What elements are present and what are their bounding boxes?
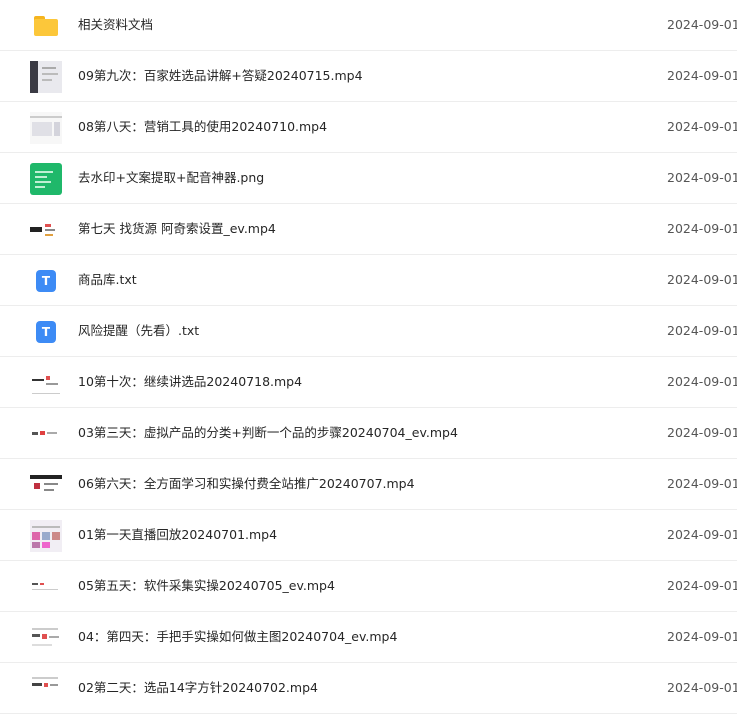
txt-file-icon: T xyxy=(30,265,62,297)
file-row[interactable]: 09第九次：百家姓选品讲解+答疑20240715.mp4 2024-09-01 xyxy=(0,51,737,102)
file-date: 2024-09-01 xyxy=(667,629,737,644)
file-name[interactable]: 04：第四天：手把手实操如何做主图20240704_ev.mp4 xyxy=(78,612,397,662)
file-row[interactable]: 去水印+文案提取+配音神器.png 2024-09-01 xyxy=(0,153,737,204)
file-date: 2024-09-01 xyxy=(667,527,737,542)
file-row[interactable]: 相关资料文档 2024-09-01 xyxy=(0,0,737,51)
file-name[interactable]: 03第三天：虚拟产品的分类+判断一个品的步骤20240704_ev.mp4 xyxy=(78,408,458,458)
file-name[interactable]: 相关资料文档 xyxy=(78,0,153,50)
file-name[interactable]: 09第九次：百家姓选品讲解+答疑20240715.mp4 xyxy=(78,51,363,101)
image-thumbnail-icon xyxy=(30,163,62,195)
file-name[interactable]: 去水印+文案提取+配音神器.png xyxy=(78,153,264,203)
file-row[interactable]: 06第六天：全方面学习和实操付费全站推广20240707.mp4 2024-09… xyxy=(0,459,737,510)
file-name[interactable]: 01第一天直播回放20240701.mp4 xyxy=(78,510,277,560)
video-thumbnail-icon xyxy=(30,622,62,654)
file-row[interactable]: 01第一天直播回放20240701.mp4 2024-09-01 xyxy=(0,510,737,561)
folder-icon xyxy=(30,10,62,42)
file-row[interactable]: T 风险提醒（先看）.txt 2024-09-01 xyxy=(0,306,737,357)
file-row[interactable]: T 商品库.txt 2024-09-01 xyxy=(0,255,737,306)
video-thumbnail-icon xyxy=(30,112,62,144)
file-date: 2024-09-01 xyxy=(667,272,737,287)
file-name[interactable]: 第七天 找货源 阿奇索设置_ev.mp4 xyxy=(78,204,276,254)
file-name[interactable]: 06第六天：全方面学习和实操付费全站推广20240707.mp4 xyxy=(78,459,415,509)
file-date: 2024-09-01 xyxy=(667,221,737,236)
file-row[interactable]: 10第十次：继续讲选品20240718.mp4 2024-09-01 xyxy=(0,357,737,408)
file-name[interactable]: 10第十次：继续讲选品20240718.mp4 xyxy=(78,357,302,407)
file-date: 2024-09-01 xyxy=(667,680,737,695)
file-row[interactable]: 05第五天：软件采集实操20240705_ev.mp4 2024-09-01 xyxy=(0,561,737,612)
file-name[interactable]: 风险提醒（先看）.txt xyxy=(78,306,199,356)
file-name[interactable]: 05第五天：软件采集实操20240705_ev.mp4 xyxy=(78,561,335,611)
file-date: 2024-09-01 xyxy=(667,323,737,338)
file-list: 相关资料文档 2024-09-01 09第九次：百家姓选品讲解+答疑202407… xyxy=(0,0,737,714)
file-date: 2024-09-01 xyxy=(667,17,737,32)
file-row[interactable]: 08第八天：营销工具的使用20240710.mp4 2024-09-01 xyxy=(0,102,737,153)
file-date: 2024-09-01 xyxy=(667,170,737,185)
file-date: 2024-09-01 xyxy=(667,119,737,134)
video-thumbnail-icon xyxy=(30,571,62,603)
file-date: 2024-09-01 xyxy=(667,374,737,389)
file-name[interactable]: 08第八天：营销工具的使用20240710.mp4 xyxy=(78,102,327,152)
video-thumbnail-icon xyxy=(30,520,62,552)
file-row[interactable]: 04：第四天：手把手实操如何做主图20240704_ev.mp4 2024-09… xyxy=(0,612,737,663)
txt-file-icon: T xyxy=(30,316,62,348)
file-name[interactable]: 商品库.txt xyxy=(78,255,137,305)
file-date: 2024-09-01 xyxy=(667,425,737,440)
file-name[interactable]: 02第二天：选品14字方针20240702.mp4 xyxy=(78,663,318,713)
video-thumbnail-icon xyxy=(30,367,62,399)
file-row[interactable]: 第七天 找货源 阿奇索设置_ev.mp4 2024-09-01 xyxy=(0,204,737,255)
file-date: 2024-09-01 xyxy=(667,578,737,593)
video-thumbnail-icon xyxy=(30,61,62,93)
video-thumbnail-icon xyxy=(30,673,62,705)
file-date: 2024-09-01 xyxy=(667,476,737,491)
video-thumbnail-icon xyxy=(30,214,62,246)
video-thumbnail-icon xyxy=(30,418,62,450)
file-row[interactable]: 03第三天：虚拟产品的分类+判断一个品的步骤20240704_ev.mp4 20… xyxy=(0,408,737,459)
video-thumbnail-icon xyxy=(30,469,62,501)
file-row[interactable]: 02第二天：选品14字方针20240702.mp4 2024-09-01 xyxy=(0,663,737,714)
file-date: 2024-09-01 xyxy=(667,68,737,83)
